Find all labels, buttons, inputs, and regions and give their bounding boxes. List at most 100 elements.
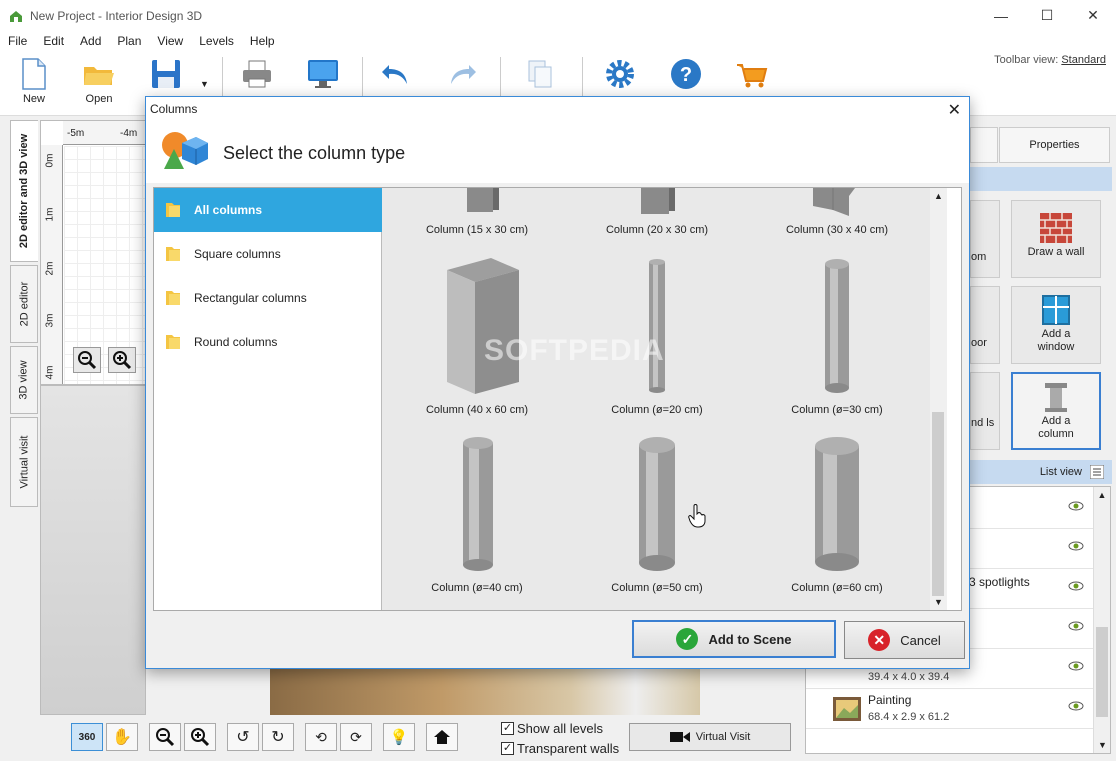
tile-add-column[interactable]: Add a column bbox=[1011, 372, 1101, 450]
category-all-columns[interactable]: All columns bbox=[154, 188, 394, 232]
eye-icon[interactable] bbox=[1068, 621, 1084, 631]
rotate-right-button[interactable]: ↻ bbox=[262, 723, 294, 751]
tile-draw-room[interactable]: om bbox=[970, 200, 1000, 278]
home-view-button[interactable] bbox=[426, 723, 458, 751]
list-view-toggle[interactable]: List view bbox=[1040, 466, 1082, 478]
eye-icon[interactable] bbox=[1068, 581, 1084, 591]
column-item-d60[interactable]: Column (ø=60 cm) bbox=[747, 436, 927, 596]
column-item-d30[interactable]: Column (ø=30 cm) bbox=[747, 258, 927, 418]
help-button[interactable]: ? bbox=[660, 57, 712, 91]
dialog-close-button[interactable]: ✕ bbox=[948, 100, 961, 120]
open-button[interactable]: Open bbox=[73, 57, 125, 105]
column-item-15x30[interactable]: Column (15 x 30 cm) bbox=[387, 188, 567, 238]
scroll-up-arrow-icon[interactable]: ▲ bbox=[1094, 490, 1110, 500]
maximize-button[interactable]: ☐ bbox=[1024, 0, 1070, 31]
tab-2d-editor-and-3d-view[interactable]: 2D editor and 3D view bbox=[10, 120, 38, 262]
cancel-x-icon: ✕ bbox=[868, 629, 891, 651]
3d-zoom-in-button[interactable] bbox=[184, 723, 216, 751]
category-square-columns[interactable]: Square columns bbox=[154, 232, 382, 276]
category-rectangular-columns[interactable]: Rectangular columns bbox=[154, 276, 382, 320]
painting-icon bbox=[833, 697, 861, 721]
eye-icon[interactable] bbox=[1068, 541, 1084, 551]
scroll-down-arrow-icon[interactable]: ▼ bbox=[1094, 740, 1111, 750]
menu-plan[interactable]: Plan bbox=[109, 34, 149, 48]
video-camera-icon bbox=[669, 732, 690, 742]
pan-button[interactable]: ✋ bbox=[106, 723, 138, 751]
3d-zoom-out-button[interactable] bbox=[149, 723, 181, 751]
rotate-left-icon: ↺ bbox=[236, 729, 250, 746]
show-all-levels-checkbox[interactable]: ✓ Show all levels bbox=[501, 721, 603, 736]
transparent-walls-checkbox[interactable]: ✓ Transparent walls bbox=[501, 741, 619, 756]
tile-add-door[interactable]: oor bbox=[970, 286, 1000, 364]
column-item-30x40[interactable]: Column (30 x 40 cm) bbox=[747, 188, 927, 238]
redo-button[interactable] bbox=[436, 57, 488, 91]
eye-icon[interactable] bbox=[1068, 501, 1084, 511]
rotate-360-icon: 360 bbox=[78, 731, 96, 743]
menu-edit[interactable]: Edit bbox=[35, 34, 72, 48]
3d-view-canvas[interactable] bbox=[40, 385, 146, 715]
square-column-thumbnail bbox=[641, 188, 675, 214]
eye-icon[interactable] bbox=[1068, 701, 1084, 711]
category-list: All columns Square columns Rectangular c… bbox=[154, 188, 394, 610]
eye-icon[interactable] bbox=[1068, 661, 1084, 671]
menu-levels[interactable]: Levels bbox=[191, 34, 242, 48]
column-item-20x30[interactable]: Column (20 x 30 cm) bbox=[567, 188, 747, 238]
zoom-out-button[interactable] bbox=[73, 347, 101, 373]
zoom-in-button[interactable] bbox=[108, 347, 136, 373]
column-item-d50[interactable]: Column (ø=50 cm) bbox=[567, 436, 747, 596]
copy-button[interactable] bbox=[514, 57, 566, 91]
tab-virtual-visit[interactable]: Virtual visit bbox=[10, 417, 38, 507]
list-item[interactable]: Painting 68.4 x 2.9 x 61.2 bbox=[806, 689, 1094, 729]
menu-add[interactable]: Add bbox=[72, 34, 109, 48]
rotate-360-button[interactable]: 360 bbox=[71, 723, 103, 751]
tile-add-window[interactable]: Add a window bbox=[1011, 286, 1101, 364]
scroll-thumb[interactable] bbox=[1096, 627, 1108, 717]
menu-file[interactable]: File bbox=[0, 34, 35, 48]
lighting-button[interactable]: 💡 bbox=[383, 723, 415, 751]
save-dropdown-arrow-icon[interactable]: ▼ bbox=[200, 79, 209, 89]
close-window-button[interactable]: ✕ bbox=[1070, 0, 1116, 31]
tile-draw-wall[interactable]: Draw a wall bbox=[1011, 200, 1101, 278]
new-button[interactable]: New bbox=[8, 57, 60, 105]
undo-button[interactable] bbox=[370, 57, 422, 91]
column-icon bbox=[1045, 383, 1067, 412]
tab-3d-view[interactable]: 3D view bbox=[10, 346, 38, 414]
scroll-down-arrow-icon[interactable]: ▼ bbox=[930, 597, 947, 607]
scroll-up-arrow-icon[interactable]: ▲ bbox=[930, 191, 947, 201]
category-round-columns[interactable]: Round columns bbox=[154, 320, 382, 364]
virtual-visit-button[interactable]: Virtual Visit bbox=[629, 723, 791, 751]
menu-view[interactable]: View bbox=[149, 34, 191, 48]
display-button[interactable] bbox=[297, 57, 349, 91]
open-folder-icon bbox=[84, 67, 114, 85]
add-to-scene-button[interactable]: ✓ Add to Scene bbox=[632, 620, 836, 658]
horizontal-ruler: -5m -4m bbox=[63, 121, 145, 145]
shop-button[interactable] bbox=[726, 57, 778, 91]
2d-editor-canvas[interactable]: -5m -4m 0m 1m 2m 3m 4m bbox=[40, 120, 146, 385]
zoom-in-icon bbox=[113, 351, 132, 370]
round-column-thumbnail bbox=[463, 437, 493, 571]
orbit-right-button[interactable]: ⟳ bbox=[340, 723, 372, 751]
ruler-label: 1m bbox=[44, 207, 56, 222]
tile-add-stairs[interactable]: nd ls bbox=[970, 372, 1000, 450]
toolbar-view-link[interactable]: Standard bbox=[1061, 54, 1106, 66]
list-view-icon[interactable] bbox=[1090, 465, 1104, 479]
tab-objects[interactable] bbox=[970, 127, 998, 163]
minimize-button[interactable]: — bbox=[978, 0, 1024, 31]
settings-button[interactable] bbox=[594, 57, 646, 91]
tab-properties[interactable]: Properties bbox=[999, 127, 1110, 163]
scroll-thumb[interactable] bbox=[932, 412, 944, 596]
dialog-heading: Select the column type bbox=[223, 143, 406, 163]
rotate-left-button[interactable]: ↺ bbox=[227, 723, 259, 751]
column-item-d40[interactable]: Column (ø=40 cm) bbox=[387, 436, 567, 596]
gallery-scrollbar[interactable]: ▲ ▼ bbox=[930, 188, 947, 610]
toolbar-view-label: Toolbar view: bbox=[994, 54, 1059, 66]
zoom-out-icon bbox=[156, 728, 175, 747]
toolbar-separator bbox=[222, 57, 223, 99]
tab-2d-editor[interactable]: 2D editor bbox=[10, 265, 38, 343]
menu-help[interactable]: Help bbox=[242, 34, 283, 48]
cancel-button[interactable]: ✕ Cancel bbox=[844, 621, 965, 659]
list-scrollbar[interactable]: ▲ ▼ bbox=[1093, 487, 1110, 753]
save-button[interactable] bbox=[140, 57, 192, 91]
orbit-left-button[interactable]: ⟲ bbox=[305, 723, 337, 751]
print-button[interactable] bbox=[231, 57, 283, 91]
